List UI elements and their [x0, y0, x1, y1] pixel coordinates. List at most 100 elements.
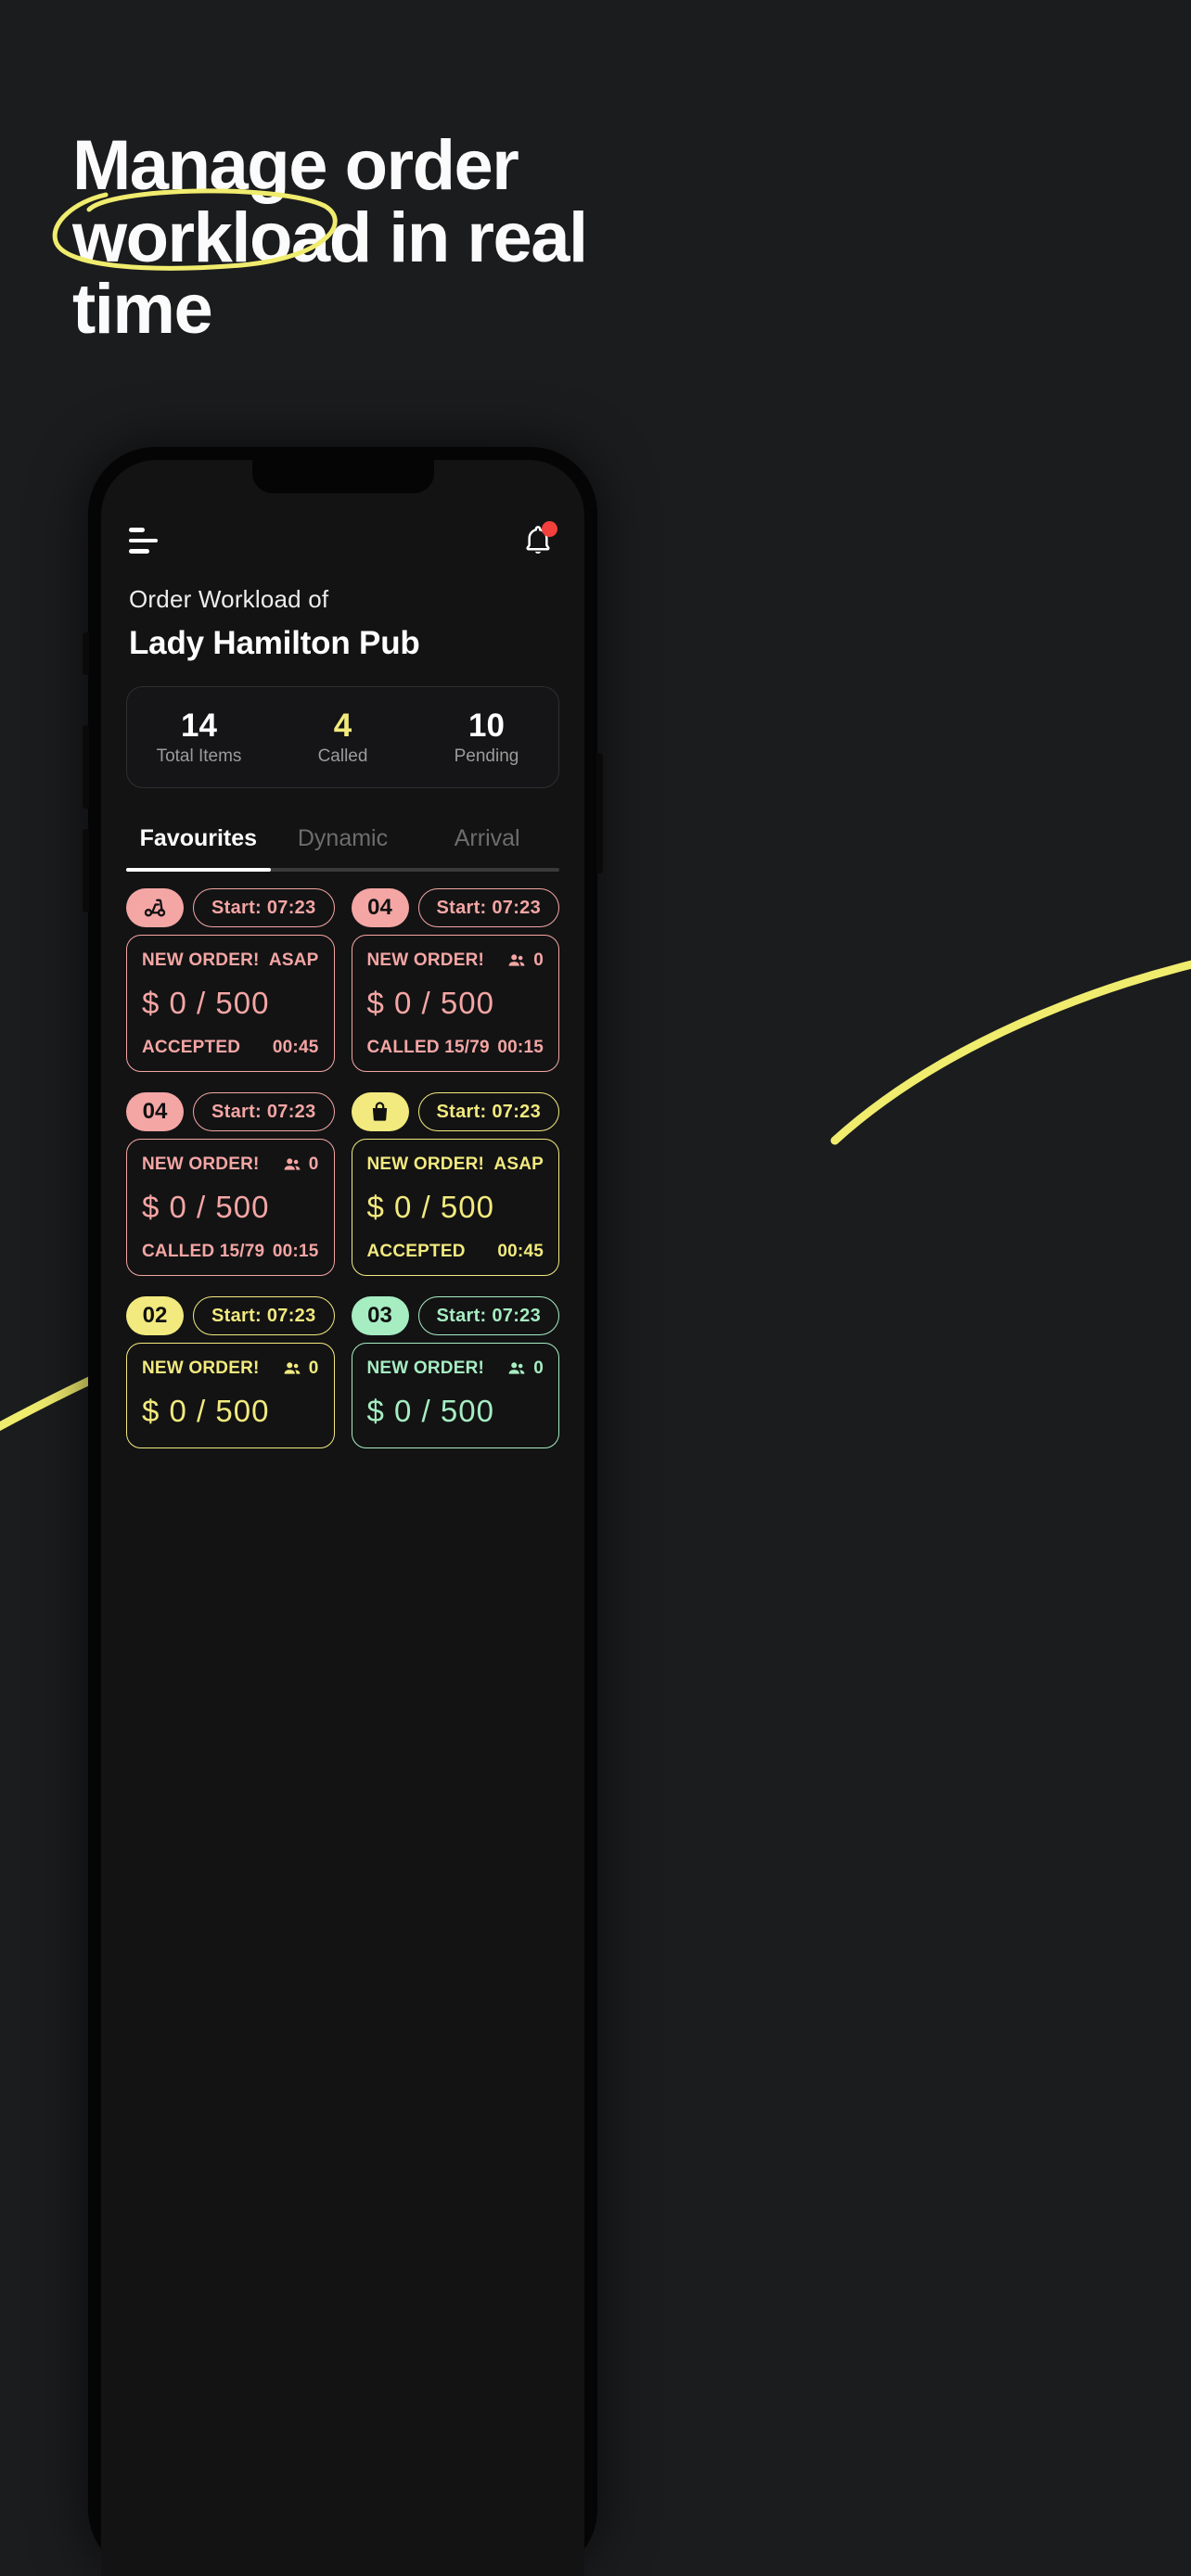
order-title-row: NEW ORDER! 0	[367, 950, 544, 971]
order-start-label: Start: 07:23	[211, 1101, 316, 1122]
order-status: ACCEPTED	[142, 1038, 241, 1057]
people-icon	[508, 954, 525, 966]
tab-active-indicator	[126, 868, 271, 872]
order-body[interactable]: NEW ORDER! ASAP $ 0 / 500 ACCEPTED 00:45	[126, 935, 335, 1072]
notification-dot-icon	[542, 521, 557, 537]
order-badge-text: 04	[142, 1099, 168, 1124]
order-amount: $ 0 / 500	[142, 1394, 270, 1428]
order-badge[interactable]: 04	[126, 1092, 184, 1131]
order-amount: $ 0 / 500	[366, 986, 494, 1020]
order-header: Start: 07:23	[126, 888, 335, 927]
order-card[interactable]: Start: 07:23 NEW ORDER! ASAP $ 0 / 500 A…	[351, 1092, 559, 1276]
order-body[interactable]: NEW ORDER! 0 $ 0 / 500	[351, 1343, 559, 1448]
page-subtitle: Order Workload of	[129, 585, 329, 613]
order-timer: 00:45	[272, 1038, 319, 1057]
order-body[interactable]: NEW ORDER! 0 $ 0 / 500 CALLED 15/79 00:1…	[351, 935, 559, 1072]
order-start-pill: Start: 07:23	[193, 1092, 335, 1131]
order-title: NEW ORDER!	[142, 1154, 260, 1174]
stat-value: 14	[181, 708, 217, 745]
order-status: CALLED 15/79	[142, 1242, 265, 1261]
order-title: NEW ORDER!	[366, 1358, 485, 1378]
order-amount: $ 0 / 500	[366, 1394, 494, 1428]
order-amount: $ 0 / 500	[142, 1190, 270, 1224]
order-badge-text: 04	[367, 895, 392, 920]
order-badge[interactable]: 02	[126, 1296, 184, 1335]
tab-arrival[interactable]: Arrival	[415, 825, 559, 852]
order-meta: 0	[506, 950, 544, 971]
order-body[interactable]: NEW ORDER! 0 $ 0 / 500	[126, 1343, 335, 1448]
tab-dynamic[interactable]: Dynamic	[271, 825, 416, 852]
order-meta: 0	[282, 1358, 319, 1379]
order-grid: Start: 07:23 NEW ORDER! ASAP $ 0 / 500 A…	[126, 888, 559, 2576]
tab-favourites[interactable]: Favourites	[126, 825, 271, 852]
hamburger-line-2	[129, 538, 158, 543]
order-title: NEW ORDER!	[366, 1154, 485, 1174]
order-amount: $ 0 / 500	[366, 1190, 494, 1224]
order-meta: ASAP	[269, 950, 319, 971]
order-header: 03 Start: 07:23	[351, 1296, 559, 1335]
stat-called: 4 Called	[271, 708, 415, 766]
order-card[interactable]: 04 Start: 07:23 NEW ORDER! 0 $ 0 / 500 C…	[126, 1092, 335, 1276]
order-footer: CALLED 15/79 00:15	[367, 1038, 544, 1058]
order-badge[interactable]	[126, 888, 184, 927]
order-body[interactable]: NEW ORDER! ASAP $ 0 / 500 ACCEPTED 00:45	[351, 1139, 559, 1276]
phone-power-button	[596, 753, 603, 874]
order-start-label: Start: 07:23	[211, 897, 316, 918]
order-title: NEW ORDER!	[366, 950, 485, 970]
order-card[interactable]: 03 Start: 07:23 NEW ORDER! 0 $ 0 / 500	[351, 1296, 559, 1448]
stats-card: 14 Total Items 4 Called 10 Pending	[126, 686, 559, 788]
order-title-row: NEW ORDER! ASAP	[367, 1154, 544, 1175]
order-meta: 0	[282, 1154, 319, 1175]
hero-highlight-word: workload	[52, 187, 372, 274]
phone-notch	[251, 460, 434, 493]
order-title-row: NEW ORDER! 0	[142, 1154, 319, 1175]
hamburger-icon[interactable]	[129, 528, 160, 555]
shopping-bag-icon	[372, 1101, 388, 1121]
phone-volume-down-button	[83, 829, 89, 912]
people-icon	[284, 1362, 301, 1374]
order-title: NEW ORDER!	[142, 950, 260, 970]
scooter-icon	[144, 899, 166, 917]
order-badge[interactable]: 04	[351, 888, 409, 927]
people-icon	[284, 1158, 301, 1170]
order-body[interactable]: NEW ORDER! 0 $ 0 / 500 CALLED 15/79 00:1…	[126, 1139, 335, 1276]
page-title: Lady Hamilton Pub	[129, 625, 420, 661]
order-amount: $ 0 / 500	[142, 986, 270, 1020]
tab-bar: Favourites Dynamic Arrival	[126, 812, 559, 874]
order-meta: 0	[506, 1358, 544, 1379]
order-card[interactable]: Start: 07:23 NEW ORDER! ASAP $ 0 / 500 A…	[126, 888, 335, 1072]
hamburger-line-3	[129, 549, 149, 555]
order-card[interactable]: 04 Start: 07:23 NEW ORDER! 0 $ 0 / 500 C…	[351, 888, 559, 1072]
order-priority-label: ASAP	[493, 1154, 544, 1174]
order-start-pill: Start: 07:23	[193, 888, 335, 927]
order-badge[interactable]: 03	[351, 1296, 409, 1335]
order-start-pill: Start: 07:23	[417, 1092, 559, 1131]
app-bar	[101, 508, 584, 573]
stat-label: Called	[317, 746, 368, 766]
order-meta: ASAP	[493, 1154, 544, 1175]
order-guest-count: 0	[533, 950, 544, 970]
order-start-label: Start: 07:23	[436, 897, 542, 918]
order-start-pill: Start: 07:23	[417, 888, 559, 927]
order-badge-text: 03	[367, 1303, 392, 1328]
order-timer: 00:15	[497, 1038, 544, 1057]
order-start-label: Start: 07:23	[211, 1305, 316, 1326]
order-priority-label: ASAP	[268, 950, 319, 970]
hero-highlight-text: workload	[72, 198, 372, 277]
order-guest-count: 0	[308, 1154, 319, 1174]
stat-label: Pending	[454, 746, 519, 766]
stat-label: Total Items	[156, 746, 242, 766]
phone-screen: Order Workload of Lady Hamilton Pub 14 T…	[101, 460, 584, 2576]
order-start-label: Start: 07:23	[436, 1305, 542, 1326]
phone-mute-switch	[83, 632, 89, 675]
hero-headline: Manage order workload in real time	[52, 126, 1111, 350]
notification-button[interactable]	[519, 521, 557, 559]
order-status: CALLED 15/79	[366, 1038, 490, 1057]
order-footer: ACCEPTED 00:45	[367, 1242, 544, 1262]
order-header: 04 Start: 07:23	[351, 888, 559, 927]
order-card[interactable]: 02 Start: 07:23 NEW ORDER! 0 $ 0 / 500	[126, 1296, 335, 1448]
order-badge[interactable]	[351, 1092, 409, 1131]
hero-line-3: time	[72, 270, 213, 350]
hero-line-1: Manage order	[72, 126, 519, 205]
order-status: ACCEPTED	[366, 1242, 466, 1261]
